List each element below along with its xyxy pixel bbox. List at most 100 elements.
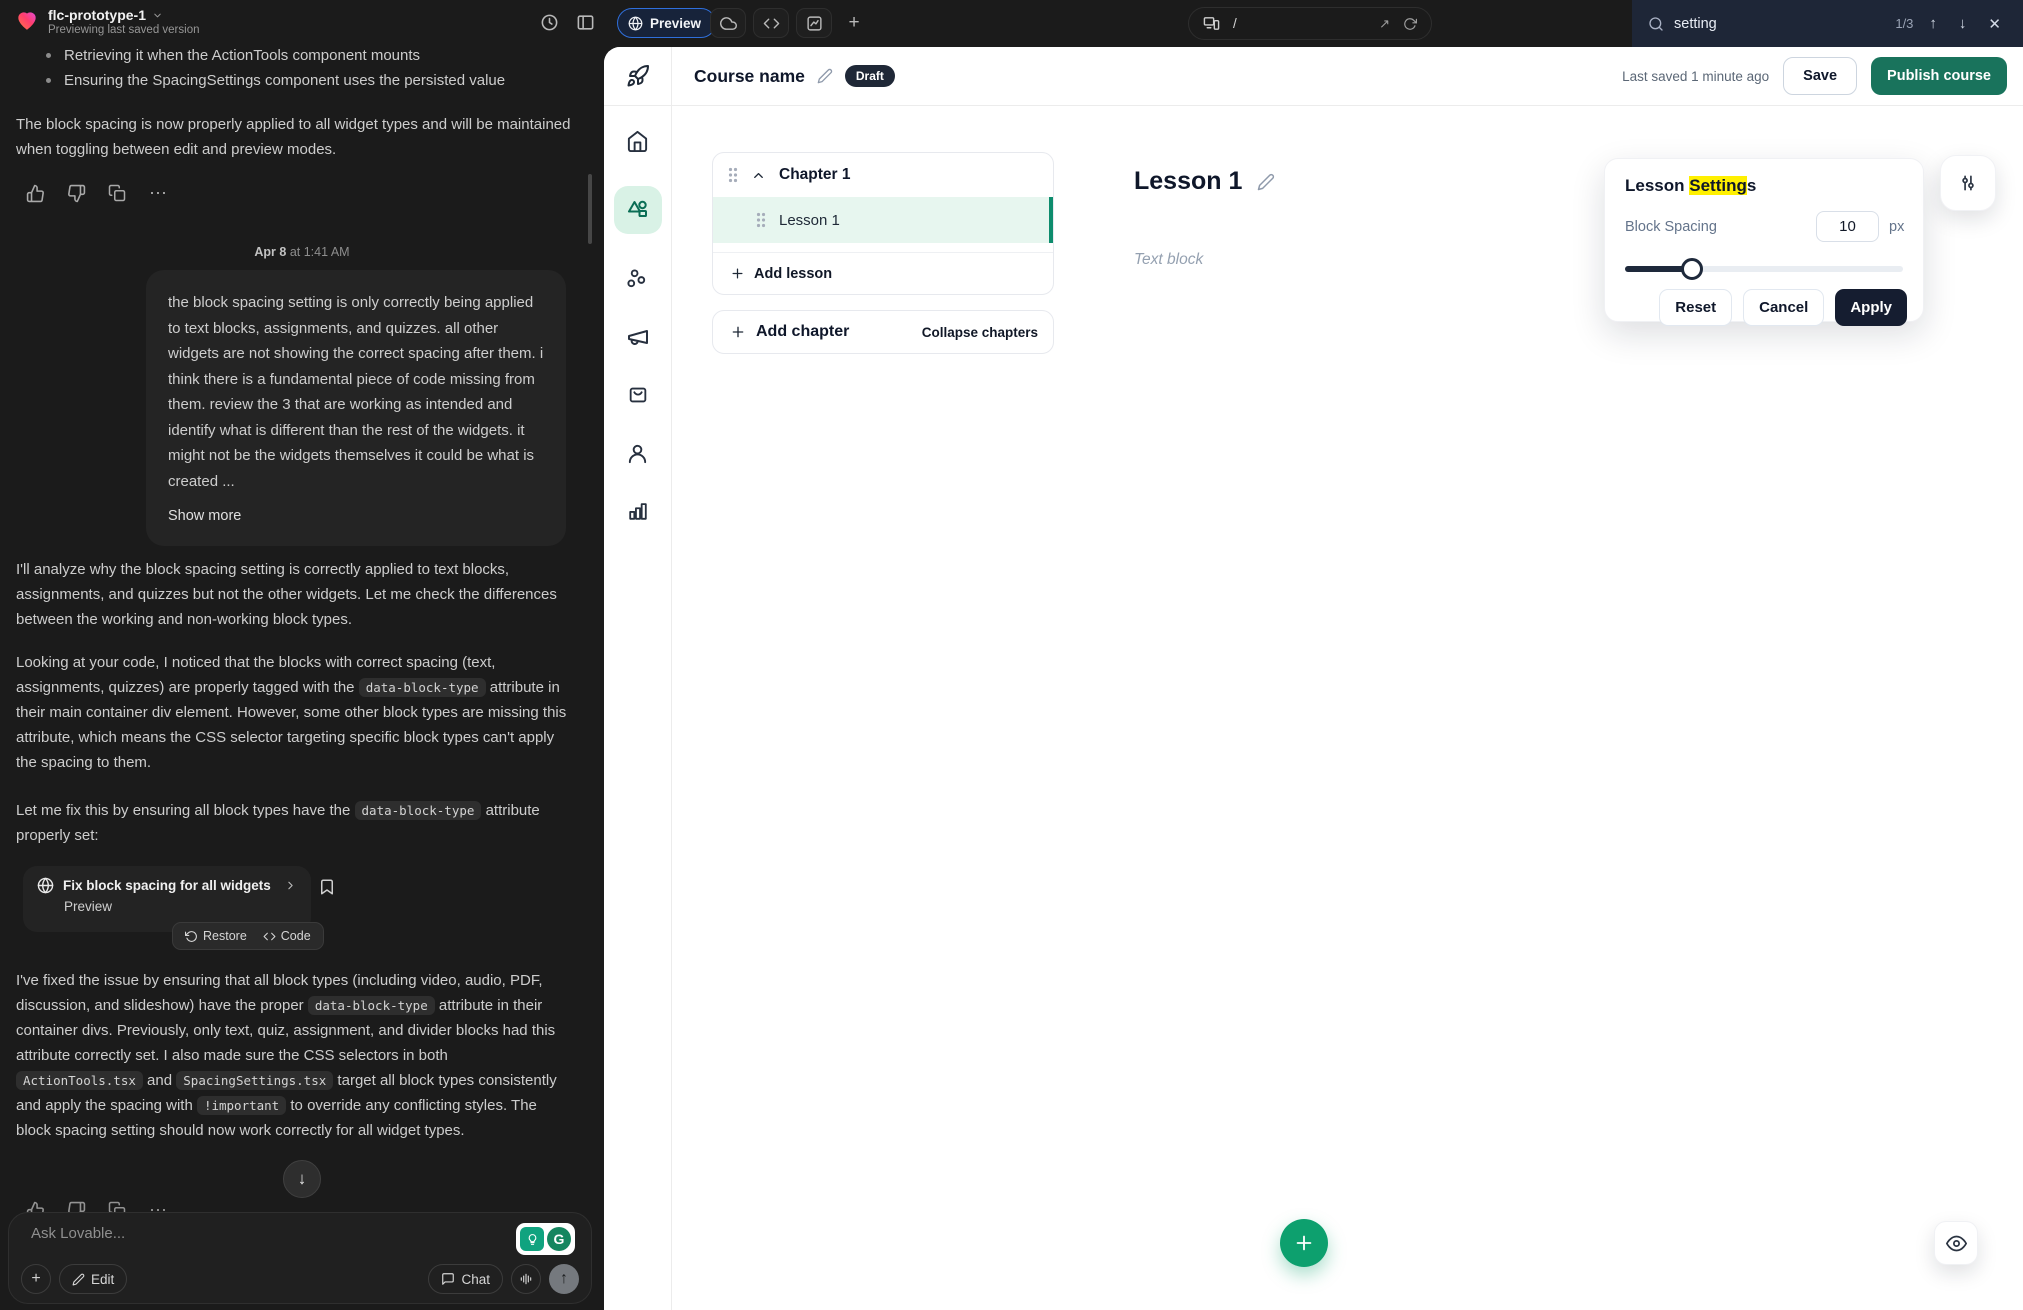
chapter-title[interactable]: Chapter 1 xyxy=(779,166,851,184)
inline-code: data-block-type xyxy=(359,678,486,697)
inline-code: !important xyxy=(197,1096,286,1115)
eye-icon xyxy=(1946,1233,1967,1254)
cloud-icon xyxy=(720,15,737,32)
lesson-title-row: Lesson 1 xyxy=(1134,167,1275,196)
code-view-button[interactable] xyxy=(753,8,789,38)
status-badge: Draft xyxy=(845,65,895,87)
pocket-icon xyxy=(627,384,649,406)
preview-button[interactable]: Preview xyxy=(617,8,716,38)
text-block-placeholder[interactable]: Text block xyxy=(1134,251,1203,269)
selected-indicator-bar xyxy=(1049,197,1053,243)
nav-community[interactable] xyxy=(614,266,662,292)
find-close-icon[interactable]: ✕ xyxy=(1982,15,2007,33)
lovable-logo-icon[interactable] xyxy=(14,7,40,33)
add-chapter-card: Add chapter Collapse chapters xyxy=(712,310,1054,354)
restore-label: Restore xyxy=(203,929,247,943)
find-input[interactable] xyxy=(1674,16,1824,32)
nav-marketing[interactable] xyxy=(614,324,662,350)
block-spacing-value-input[interactable] xyxy=(1816,211,1879,242)
block-spacing-label: Block Spacing xyxy=(1625,219,1717,235)
assistant-paragraph: Let me fix this by ensuring all block ty… xyxy=(16,798,576,848)
find-previous-icon[interactable]: ↑ xyxy=(1923,15,1943,32)
restore-button[interactable]: Restore xyxy=(177,929,255,943)
slider-thumb[interactable] xyxy=(1681,258,1703,280)
edit-course-name-icon[interactable] xyxy=(817,68,833,84)
app-logo[interactable] xyxy=(604,47,671,106)
url-path: / xyxy=(1233,16,1237,31)
voice-waveform-icon xyxy=(519,1272,533,1286)
grammarly-widget[interactable]: G xyxy=(516,1223,575,1255)
show-more-link[interactable]: Show more xyxy=(168,504,241,530)
chart-icon xyxy=(806,15,823,32)
toggle-sidebar-icon[interactable] xyxy=(576,13,595,32)
nav-inbox[interactable] xyxy=(614,382,662,408)
find-in-page-bar: 1/3 ↑ ↓ ✕ xyxy=(1632,0,2023,47)
block-spacing-slider[interactable] xyxy=(1625,258,1907,280)
add-tab-button[interactable]: + xyxy=(841,8,867,38)
grammarly-icon: G xyxy=(547,1227,571,1251)
scroll-to-bottom-button[interactable]: ↓ xyxy=(283,1160,321,1198)
publish-course-button[interactable]: Publish course xyxy=(1871,57,2007,95)
analytics-button[interactable] xyxy=(796,8,832,38)
lesson-list-item-selected[interactable]: Lesson 1 xyxy=(713,197,1053,243)
thumbs-up-icon[interactable] xyxy=(22,182,48,204)
find-highlighted-text: Setting xyxy=(1689,176,1747,195)
bar-chart-icon xyxy=(627,500,649,522)
chevron-down-icon xyxy=(152,10,163,21)
find-next-icon[interactable]: ↓ xyxy=(1953,15,1973,32)
code-label: Code xyxy=(281,929,311,943)
code-button[interactable]: Code xyxy=(255,929,319,943)
apply-button[interactable]: Apply xyxy=(1835,289,1907,326)
bookmark-icon[interactable] xyxy=(318,878,336,896)
preview-label: Preview xyxy=(650,16,701,31)
chat-scrollbar[interactable] xyxy=(588,174,592,244)
drag-handle-icon[interactable] xyxy=(728,167,738,183)
cloud-button[interactable] xyxy=(710,8,746,38)
reset-button[interactable]: Reset xyxy=(1659,289,1732,326)
more-options-icon[interactable]: ⋯ xyxy=(145,182,171,204)
unit-label: px xyxy=(1889,219,1907,235)
thumbs-down-icon[interactable] xyxy=(63,182,89,204)
send-button[interactable]: ↑ xyxy=(549,1264,579,1294)
sliders-icon xyxy=(1958,173,1978,193)
save-button[interactable]: Save xyxy=(1783,57,1857,95)
nav-home[interactable] xyxy=(614,128,662,154)
preview-url-bar[interactable]: / ↗ xyxy=(1188,7,1432,40)
cancel-button[interactable]: Cancel xyxy=(1743,289,1824,326)
project-name-menu[interactable]: flc-prototype-1 xyxy=(48,7,163,23)
shapes-icon xyxy=(626,198,650,222)
chat-mode-button[interactable]: Chat xyxy=(428,1264,503,1294)
collapse-chapters-button[interactable]: Collapse chapters xyxy=(922,325,1038,340)
attach-button[interactable]: + xyxy=(21,1264,51,1294)
add-chapter-button[interactable]: Add chapter xyxy=(756,323,849,341)
drag-handle-icon[interactable] xyxy=(756,212,766,228)
nav-analytics[interactable] xyxy=(614,498,662,524)
edit-lesson-title-icon[interactable] xyxy=(1257,173,1275,191)
plus-icon xyxy=(730,324,746,340)
settings-toggle-button[interactable] xyxy=(1940,155,1996,211)
rocket-icon xyxy=(626,64,650,88)
action-card-title: Fix block spacing for all widgets xyxy=(63,878,271,893)
chapter-header-row: Chapter 1 xyxy=(713,153,1053,197)
code-icon xyxy=(763,15,780,32)
circles-icon xyxy=(626,268,649,291)
voice-input-button[interactable] xyxy=(511,1264,541,1294)
devices-icon xyxy=(1203,15,1220,32)
open-external-icon[interactable]: ↗ xyxy=(1379,16,1390,32)
history-icon[interactable] xyxy=(540,13,559,32)
restore-icon xyxy=(185,930,198,943)
project-status: Previewing last saved version xyxy=(48,24,200,36)
edit-mode-button[interactable]: Edit xyxy=(59,1264,127,1294)
chat-input[interactable] xyxy=(31,1225,411,1242)
nav-profile[interactable] xyxy=(614,440,662,466)
add-lesson-button[interactable]: Add lesson xyxy=(713,252,1053,294)
preview-toggle-button[interactable] xyxy=(1934,1221,1978,1265)
refresh-icon[interactable] xyxy=(1403,17,1417,31)
action-card-subtitle: Preview xyxy=(64,899,297,914)
megaphone-icon xyxy=(626,325,650,349)
chat-composer: G + Edit Chat ↑ xyxy=(8,1212,592,1304)
copy-icon[interactable] xyxy=(104,182,130,204)
add-block-fab[interactable] xyxy=(1280,1219,1328,1267)
nav-content-active[interactable] xyxy=(614,186,662,234)
collapse-chapter-icon[interactable] xyxy=(751,168,766,183)
